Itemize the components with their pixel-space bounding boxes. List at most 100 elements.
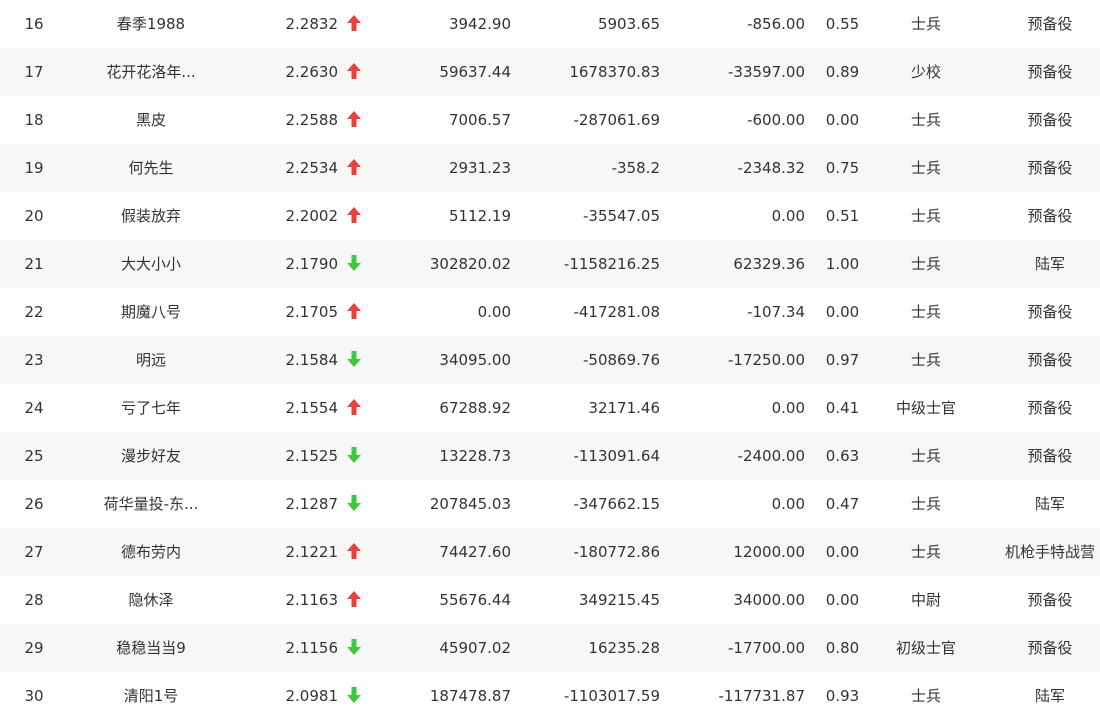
table-row[interactable]: 19 何先生 2.2534 2931.23 -358.2 -2348.32 0.75 士兵 预备…	[0, 144, 1100, 192]
unit-cell: 机枪手特战营	[1004, 543, 1095, 561]
ratio-cell: 0.41	[825, 399, 860, 417]
table-row[interactable]: 28 隐休泽 2.1163 55676.44 349215.45 34000.00 0.00…	[0, 576, 1100, 624]
table-row[interactable]: 29 稳稳当当9 2.1156 45907.02 16235.28 -17700.00 0.…	[0, 624, 1100, 672]
trader-name-cell[interactable]: 期魔八号	[90, 288, 212, 336]
value2-cell: -287061.69	[573, 111, 660, 129]
ratio-cell: 0.00	[825, 303, 860, 321]
table-row[interactable]: 27 德布劳内 2.1221 74427.60 -180772.86 12000.00 0.…	[0, 528, 1100, 576]
ratio-cell: 0.55	[825, 15, 860, 33]
trend-cell	[345, 240, 363, 288]
table-row[interactable]: 30 清阳1号 2.0981 187478.87 -1103017.59 -117731.…	[0, 672, 1100, 720]
value3-cell: -856.00	[747, 15, 805, 33]
ratio-cell: 0.00	[825, 591, 860, 609]
value2-cell: -113091.64	[573, 447, 660, 465]
rank-cell: 29	[24, 639, 44, 657]
score-cell: 2.1156	[285, 639, 339, 657]
table-row[interactable]: 21 大大小小 2.1790 302820.02 -1158216.25 62329.36…	[0, 240, 1100, 288]
table-row[interactable]: 24 亏了七年 2.1554 67288.92 32171.46 0.00 0.41 中级士官…	[0, 384, 1100, 432]
value3-cell: -600.00	[747, 111, 805, 129]
military-rank-cell: 士兵	[910, 15, 941, 33]
trend-cell	[345, 0, 363, 48]
value1-cell: 2931.23	[448, 159, 511, 177]
value3-cell: -17700.00	[728, 639, 805, 657]
score-cell: 2.1790	[285, 255, 339, 273]
rank-cell: 21	[24, 255, 44, 273]
value1-cell: 59637.44	[439, 63, 511, 81]
trend-cell	[345, 480, 363, 528]
trader-name-cell[interactable]: 明远	[90, 336, 212, 384]
score-cell: 2.2588	[285, 111, 339, 129]
military-rank-cell: 士兵	[910, 207, 941, 225]
value1-cell: 7006.57	[448, 111, 511, 129]
trader-name-cell[interactable]: 德布劳内	[90, 528, 212, 576]
trader-name-cell[interactable]: 黑皮	[90, 96, 212, 144]
ratio-cell: 0.97	[825, 351, 860, 369]
trader-name-cell[interactable]: 隐休泽	[90, 576, 212, 624]
value3-cell: -2348.32	[737, 159, 805, 177]
table-row[interactable]: 26 荷华量投-东... 2.1287 207845.03 -347662.15 0.00…	[0, 480, 1100, 528]
trader-name-cell[interactable]: 清阳1号	[90, 672, 212, 720]
score-cell: 2.1584	[285, 351, 339, 369]
arrow-up-icon	[347, 62, 361, 79]
trader-name-cell[interactable]: 何先生	[90, 144, 212, 192]
value1-cell: 67288.92	[439, 399, 511, 417]
value3-cell: 0.00	[771, 495, 805, 513]
military-rank-cell: 初级士官	[895, 639, 956, 657]
table-row[interactable]: 16 春季1988 2.2832 3942.90 5903.65 -856.00 0.55 士…	[0, 0, 1100, 48]
rank-cell: 30	[24, 687, 44, 705]
table-row[interactable]: 17 花开花洛年... 2.2630 59637.44 1678370.83 -33597…	[0, 48, 1100, 96]
military-rank-cell: 中级士官	[895, 399, 956, 417]
trader-name-cell[interactable]: 花开花洛年...	[90, 48, 212, 96]
trader-name-cell[interactable]: 荷华量投-东...	[90, 480, 212, 528]
score-cell: 2.1705	[285, 303, 339, 321]
trader-name-cell[interactable]: 大大小小	[90, 240, 212, 288]
table-row[interactable]: 18 黑皮 2.2588 7006.57 -287061.69 -600.00 0.00 士兵…	[0, 96, 1100, 144]
value2-cell: -35547.05	[583, 207, 660, 225]
ratio-cell: 1.00	[825, 255, 860, 273]
arrow-down-icon	[347, 254, 361, 271]
military-rank-cell: 士兵	[910, 687, 941, 705]
score-cell: 2.1163	[285, 591, 339, 609]
trend-cell	[345, 48, 363, 96]
ranking-table: 16 春季1988 2.2832 3942.90 5903.65 -856.00 0.55 士…	[0, 0, 1100, 718]
trader-name-cell[interactable]: 漫步好友	[90, 432, 212, 480]
rank-cell: 17	[24, 63, 44, 81]
trend-cell	[345, 528, 363, 576]
trader-name-cell[interactable]: 稳稳当当9	[90, 624, 212, 672]
rank-cell: 25	[24, 447, 44, 465]
value2-cell: -1103017.59	[563, 687, 660, 705]
trend-cell	[345, 624, 363, 672]
value2-cell: -50869.76	[583, 351, 660, 369]
table-row[interactable]: 22 期魔八号 2.1705 0.00 -417281.08 -107.34 0.00 士兵 预…	[0, 288, 1100, 336]
ratio-cell: 0.47	[825, 495, 860, 513]
trader-name-cell[interactable]: 亏了七年	[90, 384, 212, 432]
score-cell: 2.0981	[285, 687, 339, 705]
unit-cell: 预备役	[1027, 111, 1073, 129]
table-row[interactable]: 25 漫步好友 2.1525 13228.73 -113091.64 -2400.00 0.…	[0, 432, 1100, 480]
value3-cell: 12000.00	[733, 543, 805, 561]
rank-cell: 24	[24, 399, 44, 417]
arrow-down-icon	[347, 494, 361, 511]
value3-cell: -33597.00	[728, 63, 805, 81]
table-row[interactable]: 20 假装放弃 2.2002 5112.19 -35547.05 0.00 0.51 士兵 预备…	[0, 192, 1100, 240]
unit-cell: 预备役	[1027, 303, 1073, 321]
unit-cell: 预备役	[1027, 159, 1073, 177]
trader-name-cell[interactable]: 春季1988	[90, 0, 212, 48]
value1-cell: 187478.87	[429, 687, 511, 705]
arrow-up-icon	[347, 206, 361, 223]
value3-cell: -17250.00	[728, 351, 805, 369]
value1-cell: 74427.60	[439, 543, 511, 561]
table-row[interactable]: 23 明远 2.1584 34095.00 -50869.76 -17250.00 0.97…	[0, 336, 1100, 384]
value2-cell: 16235.28	[588, 639, 660, 657]
trader-name-cell[interactable]: 假装放弃	[90, 192, 212, 240]
value3-cell: 0.00	[771, 399, 805, 417]
unit-cell: 预备役	[1027, 207, 1073, 225]
score-cell: 2.2002	[285, 207, 339, 225]
value1-cell: 5112.19	[448, 207, 511, 225]
unit-cell: 预备役	[1027, 15, 1073, 33]
score-cell: 2.2832	[285, 15, 339, 33]
military-rank-cell: 士兵	[910, 159, 941, 177]
rank-cell: 28	[24, 591, 44, 609]
arrow-up-icon	[347, 110, 361, 127]
value2-cell: -417281.08	[573, 303, 660, 321]
